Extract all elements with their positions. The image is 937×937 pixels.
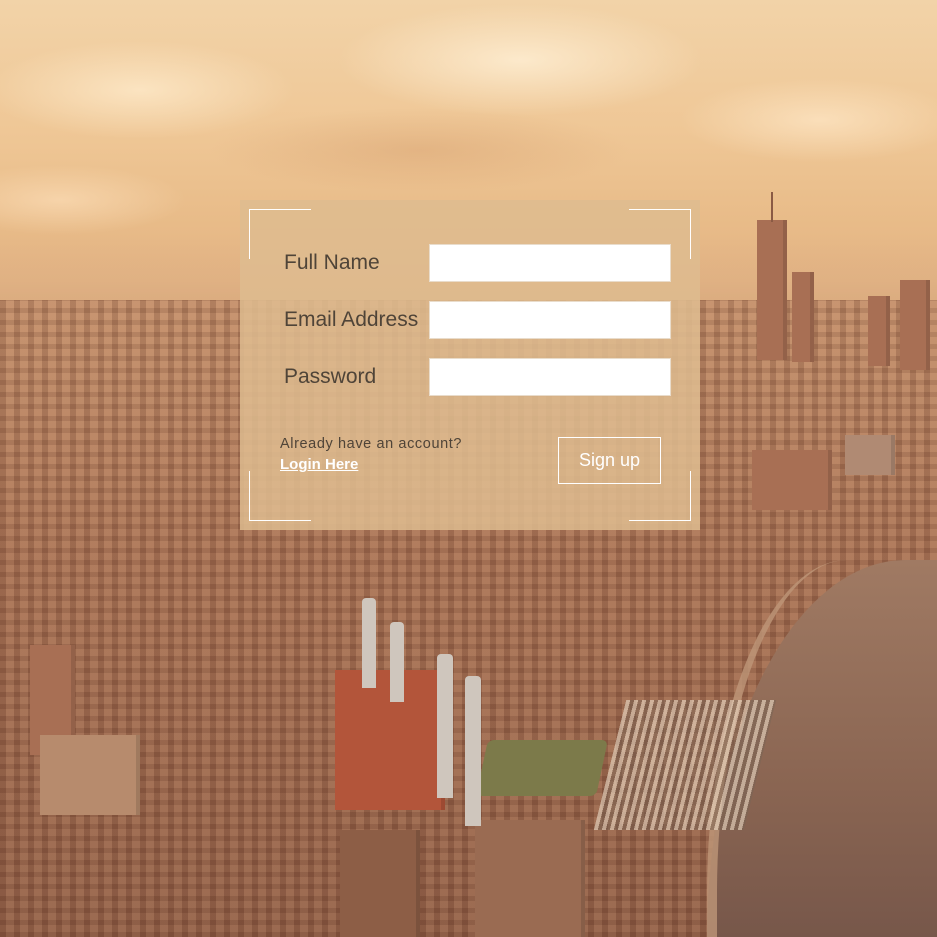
building — [40, 735, 140, 815]
login-link[interactable]: Login Here — [280, 456, 358, 473]
building — [845, 435, 895, 475]
smokestack — [390, 622, 404, 702]
skyscraper — [900, 280, 930, 370]
password-input[interactable] — [429, 358, 671, 396]
skyscraper-spire — [771, 192, 773, 222]
full-name-row: Full Name — [284, 243, 674, 283]
smokestack — [465, 676, 481, 826]
full-name-input[interactable] — [429, 244, 671, 282]
full-name-label: Full Name — [284, 251, 380, 274]
email-row: Email Address — [284, 300, 674, 340]
password-row: Password — [284, 357, 674, 397]
building — [340, 830, 420, 937]
skyscraper — [757, 220, 787, 360]
skyscraper — [792, 272, 814, 362]
email-label: Email Address — [284, 308, 419, 331]
email-input[interactable] — [429, 301, 671, 339]
account-prompt: Already have an account? — [280, 436, 463, 452]
smokestack — [362, 598, 376, 688]
signup-button[interactable]: Sign up — [558, 437, 661, 484]
frame-corner-bottom-left — [249, 471, 311, 521]
smokestack — [437, 654, 453, 798]
ballfield — [476, 740, 608, 796]
signup-form-panel: Full Name Email Address Password Already… — [240, 200, 700, 530]
building — [752, 450, 832, 510]
skyscraper — [868, 296, 890, 366]
building — [475, 820, 585, 937]
password-label: Password — [284, 365, 377, 388]
